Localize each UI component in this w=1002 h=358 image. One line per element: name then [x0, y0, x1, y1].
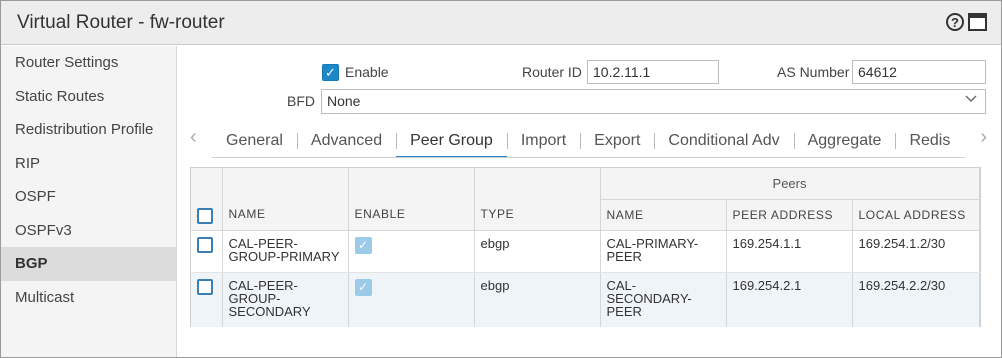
title-bar: Virtual Router - fw-router ? [1, 1, 1001, 45]
tabs: General Advanced Peer Group Import Expor… [212, 124, 965, 158]
bfd-select[interactable]: None [321, 89, 986, 114]
bfd-selected-value: None [327, 93, 361, 109]
column-header-type[interactable]: TYPE [474, 199, 601, 231]
tab-label: Advanced [310, 131, 383, 149]
sidebar-item-label: RIP [15, 154, 41, 172]
tab-label: Peer Group [410, 131, 493, 149]
sidebar-item-label: Multicast [15, 288, 75, 306]
local-address: 169.254.1.2/30 [852, 230, 980, 273]
dialog-title: Virtual Router - fw-router [17, 11, 225, 33]
tab-scroll-left-icon[interactable]: ‹ [190, 126, 197, 149]
enabled-checkbox: ✓ [354, 236, 372, 254]
sidebar: Router Settings Static Routes Redistribu… [1, 46, 177, 357]
tab-label: Import [520, 131, 567, 149]
help-icon[interactable]: ? [946, 13, 964, 31]
table-header-group-row: Peers [191, 168, 980, 200]
as-number-label: AS Number [777, 64, 850, 80]
select-all-checkbox[interactable] [197, 207, 213, 224]
title-icons: ? [946, 13, 987, 31]
tab-redistribution[interactable]: Redis [895, 124, 964, 157]
peer-name[interactable]: CAL-PRIMARY-PEER [600, 230, 727, 273]
tab-import[interactable]: Import [506, 124, 580, 157]
column-header-name[interactable]: NAME [222, 199, 349, 231]
tab-label: Redis [909, 131, 951, 149]
column-header-peer-name[interactable]: NAME [600, 199, 727, 231]
router-id-label: Router ID [522, 64, 582, 80]
sidebar-item-label: BGP [15, 255, 48, 273]
tab-bar: ‹ General Advanced Peer Group Import Exp… [178, 124, 1001, 158]
column-header-local-address[interactable]: LOCAL ADDRESS [852, 199, 980, 231]
column-header-peer-address[interactable]: PEER ADDRESS [726, 199, 853, 231]
sidebar-item-label: Router Settings [15, 54, 119, 72]
maximize-icon[interactable] [968, 13, 987, 31]
enable-checkbox[interactable]: ✓ [322, 64, 339, 81]
sidebar-item-ospfv3[interactable]: OSPFv3 [1, 214, 176, 248]
sidebar-item-label: OSPFv3 [15, 221, 72, 239]
sidebar-item-router-settings[interactable]: Router Settings [1, 46, 176, 80]
sidebar-item-multicast[interactable]: Multicast [1, 281, 176, 315]
tab-label: Aggregate [807, 131, 882, 149]
tab-export[interactable]: Export [580, 124, 654, 157]
sidebar-item-label: OSPF [15, 188, 56, 206]
chevron-down-icon [965, 92, 977, 107]
table-row[interactable]: CAL-PEER-GROUP-PRIMARY ✓ ebgp CAL-PRIMAR… [191, 230, 980, 273]
peer-group-type: ebgp [474, 230, 601, 273]
tab-label: Conditional Adv [668, 131, 780, 149]
tab-peer-group[interactable]: Peer Group [396, 124, 507, 157]
sidebar-item-bgp[interactable]: BGP [1, 247, 176, 281]
peers-group-header: Peers [600, 168, 980, 200]
peer-name[interactable]: CAL-SECONDARY-PEER [600, 272, 727, 327]
sidebar-item-rip[interactable]: RIP [1, 147, 176, 181]
tab-advanced[interactable]: Advanced [296, 124, 396, 157]
bfd-label: BFD [287, 93, 315, 109]
peer-group-name-link[interactable]: CAL-PEER-GROUP-PRIMARY [222, 230, 349, 273]
table-header-row: NAME ENABLE TYPE NAME PEER ADDRESS LOCAL… [191, 199, 980, 231]
router-id-input[interactable] [587, 60, 719, 84]
sidebar-item-label: Static Routes [15, 87, 105, 105]
as-number-input[interactable] [852, 60, 986, 84]
bgp-settings-row: ✓ Enable Router ID AS Number [178, 60, 1001, 86]
tab-label: General [226, 131, 283, 149]
tab-scroll-right-icon[interactable]: › [980, 126, 987, 149]
enabled-checkbox: ✓ [354, 278, 372, 296]
sidebar-item-ospf[interactable]: OSPF [1, 180, 176, 214]
virtual-router-dialog: Virtual Router - fw-router ? Router Sett… [0, 0, 1002, 358]
tab-aggregate[interactable]: Aggregate [793, 124, 896, 157]
column-header-enable[interactable]: ENABLE [348, 199, 475, 231]
bgp-content: ✓ Enable Router ID AS Number BFD None ‹ … [178, 46, 1001, 357]
local-address: 169.254.2.2/30 [852, 272, 980, 327]
row-select-checkbox[interactable] [197, 278, 213, 295]
sidebar-item-static-routes[interactable]: Static Routes [1, 80, 176, 114]
sidebar-item-label: Redistribution Profile [15, 121, 154, 139]
peer-group-table: Peers NAME ENABLE TYPE NAME PEER ADDRESS… [190, 167, 981, 327]
peer-address: 169.254.1.1 [726, 230, 853, 273]
enable-label: Enable [345, 64, 389, 80]
peer-address: 169.254.2.1 [726, 272, 853, 327]
peer-group-type: ebgp [474, 272, 601, 327]
tab-general[interactable]: General [212, 124, 297, 157]
tab-label: Export [594, 131, 641, 149]
peer-group-name-link[interactable]: CAL-PEER-GROUP-SECONDARY [222, 272, 349, 327]
tab-conditional-adv[interactable]: Conditional Adv [654, 124, 793, 157]
row-select-checkbox[interactable] [197, 236, 213, 253]
table-row[interactable]: CAL-PEER-GROUP-SECONDARY ✓ ebgp CAL-SECO… [191, 272, 980, 327]
sidebar-item-redistribution-profile[interactable]: Redistribution Profile [1, 113, 176, 147]
